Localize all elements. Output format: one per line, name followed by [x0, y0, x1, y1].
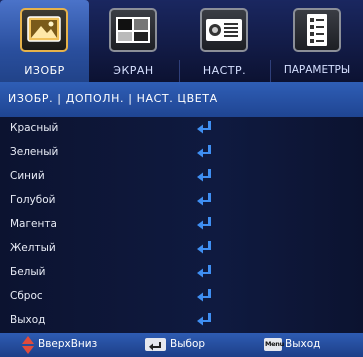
tab-setup[interactable]: НАСТР.: [180, 0, 269, 82]
tab-label: НАСТР.: [202, 64, 247, 77]
tab-bar: ИЗОБР ЭКРАН НАСТР. ПАРАМЕТРЫ: [0, 0, 363, 82]
enter-icon: [197, 121, 211, 134]
menu-item-label: Зеленый: [10, 146, 59, 158]
enter-key-icon: [145, 338, 166, 351]
tab-label: ПАРАМЕТРЫ: [283, 64, 351, 76]
enter-icon: [197, 169, 211, 182]
select-hint: Выбор: [145, 333, 245, 357]
menu-item-label: Красный: [10, 122, 59, 134]
enter-icon: [197, 265, 211, 278]
menu-item-magenta[interactable]: Магента: [0, 213, 363, 237]
menu-item-yellow[interactable]: Желтый: [0, 237, 363, 261]
exit-hint-label: Выход: [285, 338, 321, 350]
enter-icon: [197, 313, 211, 326]
options-icon: [293, 8, 341, 52]
menu-item-reset[interactable]: Сброс: [0, 285, 363, 309]
breadcrumb-text: ИЗОБР. | ДОПОЛН. | НАСТ. ЦВЕТА: [8, 92, 218, 105]
updown-hint: ВверхВниз: [0, 333, 130, 357]
picture-icon: [20, 8, 68, 52]
menu-item-label: Голубой: [10, 194, 56, 206]
projector-osd-menu: ИЗОБР ЭКРАН НАСТР. ПАРАМЕТРЫ ИЗОБР. | ДО…: [0, 0, 363, 357]
enter-icon: [197, 289, 211, 302]
menu-key-icon: Menu: [264, 338, 284, 351]
updown-hint-label: ВверхВниз: [38, 338, 98, 350]
tab-label: ИЗОБР: [24, 64, 65, 77]
up-down-arrow-icon: [22, 336, 34, 354]
menu-list: Красный Зеленый Синий Голубой Магента Же…: [0, 117, 363, 333]
tab-options[interactable]: ПАРАМЕТРЫ: [271, 0, 363, 82]
footer-hints: ВверхВниз Выбор Menu Выход: [0, 333, 363, 357]
enter-icon: [197, 217, 211, 230]
menu-item-label: Выход: [10, 314, 46, 326]
tab-screen[interactable]: ЭКРАН: [89, 0, 178, 82]
menu-item-label: Сброс: [10, 290, 43, 302]
enter-icon: [197, 241, 211, 254]
menu-item-white[interactable]: Белый: [0, 261, 363, 285]
menu-item-label: Белый: [10, 266, 46, 278]
menu-item-red[interactable]: Красный: [0, 117, 363, 141]
tab-label: ЭКРАН: [113, 64, 154, 77]
menu-item-green[interactable]: Зеленый: [0, 141, 363, 165]
projector-icon: [200, 8, 248, 52]
breadcrumb: ИЗОБР. | ДОПОЛН. | НАСТ. ЦВЕТА: [0, 82, 363, 117]
enter-icon: [197, 145, 211, 158]
screen-icon: [109, 8, 157, 52]
exit-hint: Menu Выход: [264, 333, 363, 357]
select-hint-label: Выбор: [170, 338, 206, 350]
menu-key-label: Menu: [265, 340, 284, 348]
enter-icon: [197, 193, 211, 206]
menu-item-exit[interactable]: Выход: [0, 309, 363, 333]
menu-item-cyan[interactable]: Голубой: [0, 189, 363, 213]
menu-item-blue[interactable]: Синий: [0, 165, 363, 189]
tab-picture[interactable]: ИЗОБР: [0, 0, 89, 82]
menu-item-label: Синий: [10, 170, 45, 182]
menu-item-label: Магента: [10, 218, 57, 230]
menu-item-label: Желтый: [10, 242, 56, 254]
